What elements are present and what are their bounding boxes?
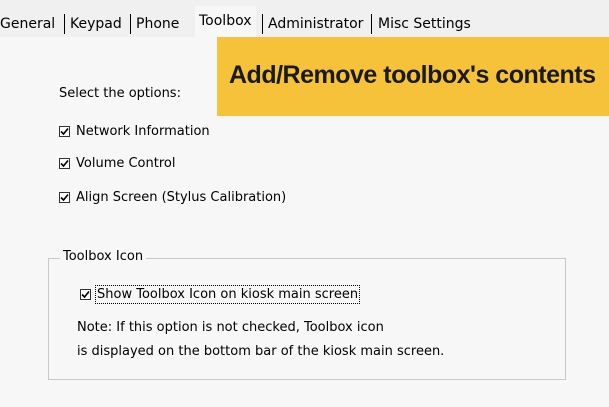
note-line-2: is displayed on the bottom bar of the ki… bbox=[77, 344, 445, 359]
option-network-information[interactable]: Network Information bbox=[59, 122, 210, 140]
tab-separator bbox=[262, 14, 263, 34]
option-label: Network Information bbox=[76, 123, 210, 139]
option-label: Align Screen (Stylus Calibration) bbox=[76, 189, 287, 205]
option-label: Show Toolbox Icon on kiosk main screen bbox=[94, 284, 361, 304]
checkmark-icon bbox=[60, 193, 69, 201]
show-toolbox-icon-option[interactable]: Show Toolbox Icon on kiosk main screen bbox=[80, 284, 361, 304]
tab-separator bbox=[371, 14, 372, 34]
group-title: Toolbox Icon bbox=[60, 249, 147, 264]
note-line-1: Note: If this option is not checked, Too… bbox=[77, 320, 384, 335]
checkmark-icon bbox=[60, 159, 69, 167]
checkbox[interactable] bbox=[59, 191, 70, 203]
tab-separator bbox=[130, 14, 131, 34]
tab-administrator[interactable]: Administrator bbox=[268, 12, 363, 36]
checkbox[interactable] bbox=[59, 125, 70, 137]
checkbox[interactable] bbox=[80, 288, 91, 300]
tab-misc-settings[interactable]: Misc Settings bbox=[378, 12, 471, 36]
annotation-banner: Add/Remove toolbox's contents bbox=[217, 37, 609, 116]
checkmark-icon bbox=[81, 290, 90, 298]
option-label: Volume Control bbox=[76, 155, 176, 171]
tab-general[interactable]: General bbox=[0, 12, 55, 36]
tab-toolbox[interactable]: Toolbox bbox=[195, 6, 256, 38]
toolbox-icon-group bbox=[48, 258, 566, 380]
tab-keypad[interactable]: Keypad bbox=[70, 12, 122, 36]
tab-phone[interactable]: Phone bbox=[136, 12, 179, 36]
tab-separator bbox=[64, 14, 65, 34]
tab-bar: General Keypad Phone Toolbox Administrat… bbox=[0, 0, 609, 38]
checkbox[interactable] bbox=[59, 157, 70, 169]
checkmark-icon bbox=[60, 127, 69, 135]
option-volume-control[interactable]: Volume Control bbox=[59, 154, 175, 172]
option-align-screen[interactable]: Align Screen (Stylus Calibration) bbox=[59, 188, 286, 206]
options-prompt: Select the options: bbox=[59, 86, 181, 101]
